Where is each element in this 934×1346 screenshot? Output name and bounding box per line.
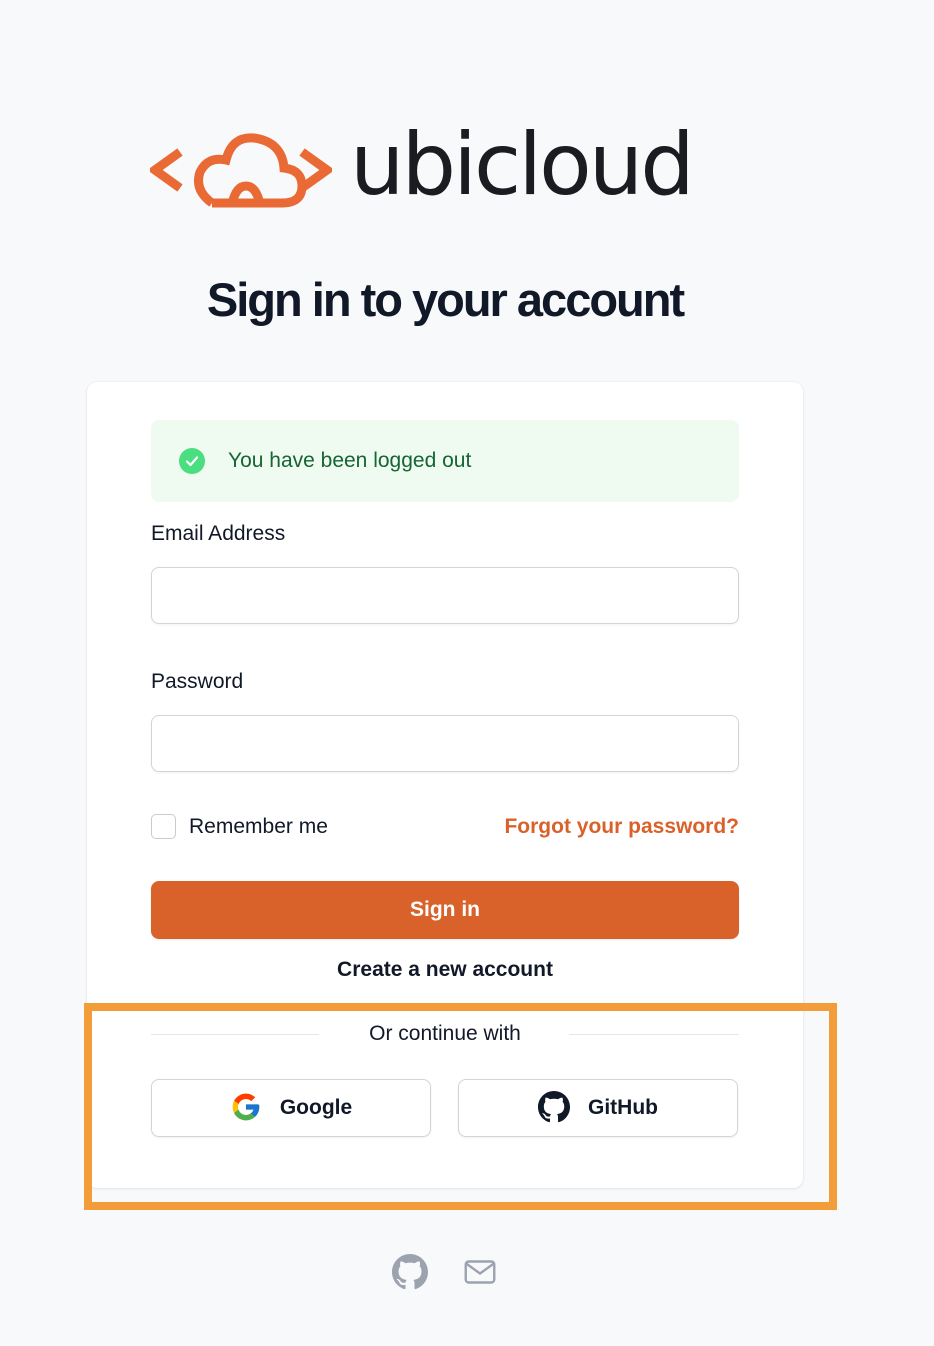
mail-icon [464,1260,496,1284]
signin-card: You have been logged out Email Address P… [87,382,803,1188]
create-account-link[interactable]: Create a new account [87,958,803,982]
check-circle-icon [179,448,205,474]
password-field[interactable] [151,715,739,772]
ubicloud-logo-mark [150,133,332,208]
remember-me[interactable]: Remember me [151,814,328,839]
ubicloud-logo: ubicloud [150,122,695,214]
footer-github-link[interactable] [392,1254,428,1295]
github-signin-button[interactable]: GitHub [458,1079,738,1137]
remember-me-label[interactable]: Remember me [189,815,328,839]
google-label: Google [279,1096,353,1119]
github-icon [392,1254,428,1290]
password-label: Password [151,670,244,693]
forgot-password-link[interactable]: Forgot your password? [504,815,739,839]
footer-links [392,1254,498,1295]
divider-line-right [569,1034,739,1035]
email-label: Email Address [151,522,286,545]
logout-alert: You have been logged out [151,420,739,502]
google-signin-button[interactable]: Google [151,1079,431,1137]
page-title: Sign in to your account [206,273,685,326]
google-icon [230,1091,262,1126]
remember-me-checkbox[interactable] [151,814,176,839]
alert-message: You have been logged out [228,449,472,472]
github-icon [538,1090,570,1126]
email-field[interactable] [151,567,739,624]
sign-in-button[interactable]: Sign in [151,881,739,939]
ubicloud-wordmark: ubicloud [350,115,695,215]
github-label: GitHub [588,1096,658,1119]
footer-mail-link[interactable] [462,1254,498,1295]
